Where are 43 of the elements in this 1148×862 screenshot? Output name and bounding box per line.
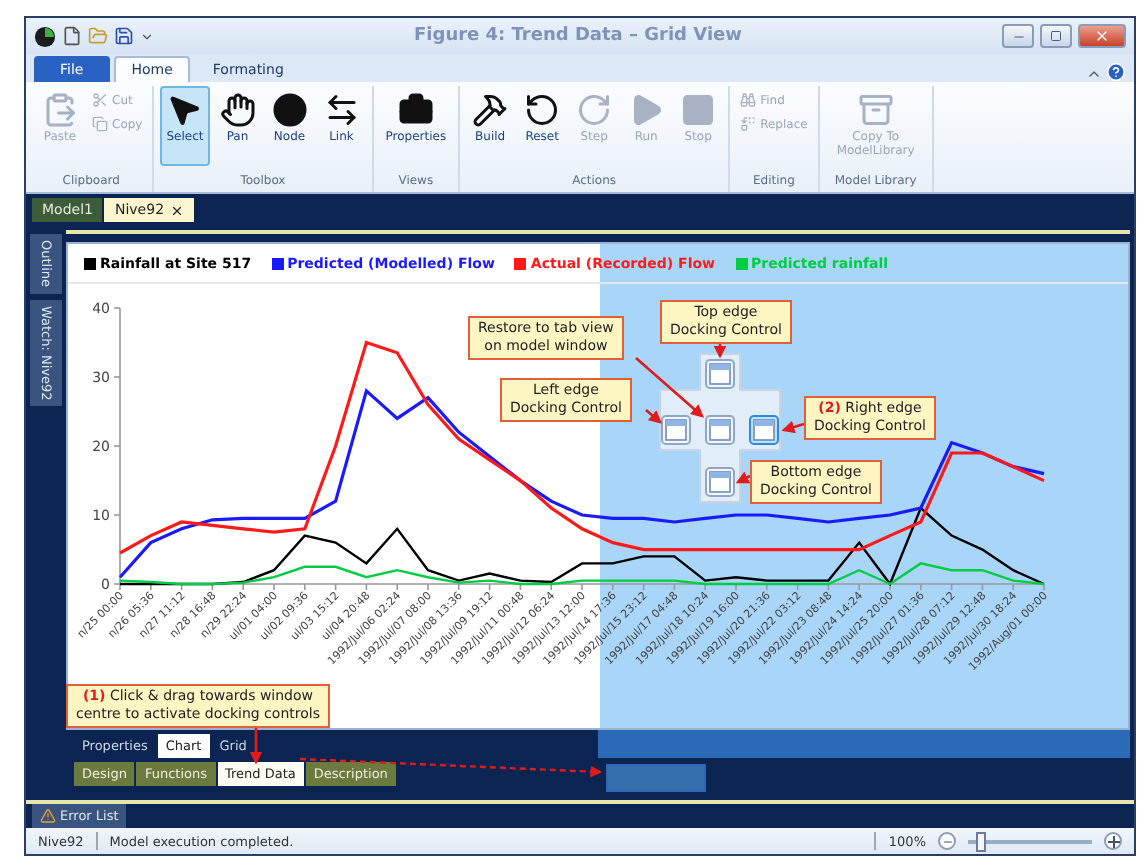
zoom-out-button[interactable] bbox=[938, 832, 956, 850]
dock-target-icon[interactable] bbox=[705, 359, 735, 389]
redo-icon bbox=[576, 92, 613, 128]
zoom-in-button[interactable] bbox=[1104, 832, 1122, 850]
dropdown-icon[interactable] bbox=[140, 29, 154, 43]
minus-icon bbox=[941, 835, 953, 847]
close-icon bbox=[1094, 28, 1110, 44]
dock-target-icon[interactable] bbox=[705, 415, 735, 445]
window-title: Figure 4: Trend Data – Grid View bbox=[412, 26, 744, 46]
replace-icon bbox=[740, 116, 757, 132]
copy-icon bbox=[92, 116, 108, 132]
arrows-icon bbox=[323, 92, 360, 128]
dock-target-icon[interactable] bbox=[749, 415, 779, 445]
stop-icon bbox=[680, 92, 717, 128]
save-icon[interactable] bbox=[114, 26, 134, 46]
hand-icon bbox=[219, 92, 256, 128]
new-file-icon[interactable] bbox=[62, 26, 82, 46]
maximize-icon bbox=[1050, 30, 1062, 42]
dock-target-icon[interactable] bbox=[661, 415, 691, 445]
archive-icon bbox=[857, 92, 894, 128]
warning-icon bbox=[40, 808, 56, 824]
play-icon bbox=[628, 92, 665, 128]
callout-arrow bbox=[781, 420, 805, 434]
hammer-icon bbox=[472, 92, 509, 128]
pointer-icon bbox=[166, 92, 203, 128]
app-logo bbox=[34, 25, 56, 47]
callout-arrow bbox=[249, 724, 263, 765]
clipboard-icon bbox=[42, 92, 78, 128]
plus-icon bbox=[1107, 835, 1119, 847]
maximize-button[interactable] bbox=[1040, 24, 1072, 48]
binoculars-icon bbox=[740, 92, 757, 108]
close-icon[interactable] bbox=[170, 203, 185, 217]
toolbox-icon bbox=[397, 92, 434, 128]
close-button[interactable] bbox=[1078, 24, 1126, 48]
dock-target-icon[interactable] bbox=[705, 467, 735, 497]
circle-icon bbox=[271, 92, 308, 128]
callout-arrow bbox=[735, 471, 751, 484]
callout-arrow bbox=[713, 342, 727, 359]
reset-icon bbox=[524, 92, 561, 128]
collapse-icon[interactable] bbox=[1086, 66, 1102, 82]
scissors-icon bbox=[92, 92, 108, 108]
help-icon[interactable] bbox=[1106, 62, 1126, 82]
zoom-slider-thumb[interactable] bbox=[975, 831, 986, 851]
